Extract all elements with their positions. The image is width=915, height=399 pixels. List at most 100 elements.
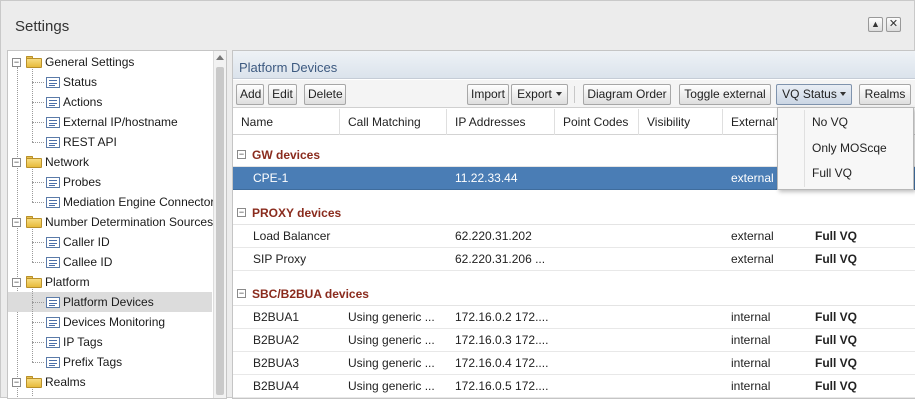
collapse-toggle-icon[interactable]: −: [12, 278, 21, 287]
tree-connector: [32, 262, 44, 263]
cell-point-codes: [563, 329, 635, 352]
tree-item[interactable]: Prefix Tags: [8, 352, 212, 372]
chevron-down-icon: [839, 92, 846, 96]
cell-call-matching: [348, 167, 443, 190]
cell-vq: Full VQ: [815, 252, 857, 266]
panel-header: Platform Devices: [233, 51, 915, 79]
folder-icon: [26, 376, 42, 388]
settings-page-icon: [46, 297, 60, 308]
diagram-order-button[interactable]: Diagram Order: [583, 84, 671, 105]
settings-page-icon: [46, 77, 60, 88]
folder-icon: [26, 56, 42, 68]
vq-status-label: VQ Status: [782, 87, 837, 101]
tree-item[interactable]: Devices Monitoring: [8, 312, 212, 332]
settings-page-icon: [46, 237, 60, 248]
cell-vq: Full VQ: [815, 310, 857, 324]
tree-folder[interactable]: − Network: [8, 152, 212, 172]
tree-connector: [32, 229, 33, 262]
table-group-header[interactable]: − SBC/B2BUA devices: [233, 280, 915, 306]
tree-folder-label: Platform: [45, 275, 90, 289]
tree-item-label: IP Tags: [63, 335, 103, 349]
cell-vq: Full VQ: [815, 229, 857, 243]
window-titlebar: Settings ▲ ✕: [1, 1, 914, 49]
collapse-toggle-icon[interactable]: −: [12, 58, 21, 67]
tree-connector: [32, 362, 44, 363]
column-header-external[interactable]: External?: [723, 109, 783, 135]
realms-button[interactable]: Realms: [859, 84, 911, 105]
menu-item-full-vq[interactable]: Full VQ: [778, 161, 913, 185]
tree-connector: [32, 102, 44, 103]
collapse-icon[interactable]: ▲: [868, 17, 883, 32]
tree-folder-label: Realms: [45, 375, 86, 389]
table-row[interactable]: B2BUA3 Using generic ... 172.16.0.4 172...…: [233, 352, 915, 375]
tree-folder[interactable]: − Realms: [8, 372, 212, 392]
tree-item[interactable]: Probes: [8, 172, 212, 192]
menu-item-only-moscqe[interactable]: Only MOScqe: [778, 136, 913, 160]
group-label: GW devices: [252, 148, 321, 162]
cell-visibility: [647, 225, 719, 248]
table-row[interactable]: B2BUA1 Using generic ... 172.16.0.2 172...…: [233, 306, 915, 329]
toggle-external-button[interactable]: Toggle external: [679, 84, 771, 105]
panel-title: Platform Devices: [239, 60, 338, 75]
collapse-toggle-icon[interactable]: −: [12, 158, 21, 167]
tree-item[interactable]: IP Tags: [8, 332, 212, 352]
column-header-call-matching[interactable]: Call Matching: [340, 109, 447, 135]
settings-page-icon: [46, 317, 60, 328]
column-header-name[interactable]: Name: [233, 109, 340, 135]
column-header-point-codes[interactable]: Point Codes: [555, 109, 639, 135]
tree-item[interactable]: REST API: [8, 132, 212, 152]
settings-page-icon: [46, 357, 60, 368]
collapse-toggle-icon[interactable]: −: [237, 150, 246, 159]
tree-item[interactable]: Caller ID: [8, 232, 212, 252]
table-row[interactable]: Load Balancer 62.220.31.202 external Full V…: [233, 225, 915, 248]
tree-item[interactable]: Status: [8, 72, 212, 92]
tree-connector: [32, 69, 33, 142]
cell-call-matching: Using generic ...: [348, 379, 435, 393]
tree-item-label: Status: [63, 75, 98, 89]
edit-button[interactable]: Edit: [268, 84, 297, 105]
column-header-visibility[interactable]: Visibility: [639, 109, 723, 135]
table-row[interactable]: B2BUA2 Using generic ... 172.16.0.3 172...…: [233, 329, 915, 352]
table-row[interactable]: B2BUA4 Using generic ... 172.16.0.5 172...…: [233, 375, 915, 398]
tree-item[interactable]: Mediation Engine Connectors: [8, 192, 220, 212]
export-button[interactable]: Export: [511, 84, 568, 105]
cell-name: CPE-1: [253, 171, 289, 185]
close-icon[interactable]: ✕: [886, 17, 901, 32]
add-button[interactable]: Add: [236, 84, 264, 105]
cell-call-matching: [348, 248, 443, 271]
export-label: Export: [517, 87, 552, 101]
cell-call-matching: Using generic ...: [348, 310, 435, 324]
table-group-header[interactable]: − PROXY devices: [233, 199, 915, 225]
scroll-up-arrow-icon[interactable]: [216, 55, 224, 60]
cell-name: B2BUA2: [253, 333, 300, 347]
delete-button[interactable]: Delete: [304, 84, 346, 105]
vq-status-button[interactable]: VQ Status: [776, 84, 852, 105]
cell-point-codes: [563, 306, 635, 329]
tree-folder[interactable]: − General Settings: [8, 52, 212, 72]
cell-ip: 62.220.31.202: [455, 229, 532, 243]
cell-external: external: [731, 229, 774, 243]
window-title: Settings: [15, 18, 70, 35]
scroll-thumb[interactable]: [216, 67, 224, 395]
tree-item[interactable]: Platform Devices: [8, 292, 212, 312]
tree-folder[interactable]: − Number Determination Sources: [8, 212, 214, 232]
tree-item[interactable]: Actions: [8, 92, 212, 112]
collapse-toggle-icon[interactable]: −: [237, 289, 246, 298]
table-row[interactable]: SIP Proxy 62.220.31.206 ... external Full V…: [233, 248, 915, 271]
tree-connector: [32, 142, 44, 143]
tree-folder-label: Number Determination Sources: [45, 215, 214, 229]
tree-scrollbar[interactable]: [213, 51, 226, 398]
tree-item[interactable]: Callee ID: [8, 252, 212, 272]
settings-page-icon: [46, 177, 60, 188]
column-header-ip-addresses[interactable]: IP Addresses: [447, 109, 555, 135]
tree-item-label: Mediation Engine Connectors: [63, 195, 221, 209]
tree-item-label: Platform Devices: [63, 295, 154, 309]
collapse-toggle-icon[interactable]: −: [12, 378, 21, 387]
tree-folder[interactable]: − Platform: [8, 272, 212, 292]
collapse-toggle-icon[interactable]: −: [12, 218, 21, 227]
collapse-toggle-icon[interactable]: −: [237, 208, 246, 217]
tree-item[interactable]: External IP/hostname: [8, 112, 212, 132]
import-button[interactable]: Import: [467, 84, 509, 105]
cell-call-matching: [348, 225, 443, 248]
menu-item-no-vq[interactable]: No VQ: [778, 110, 913, 134]
